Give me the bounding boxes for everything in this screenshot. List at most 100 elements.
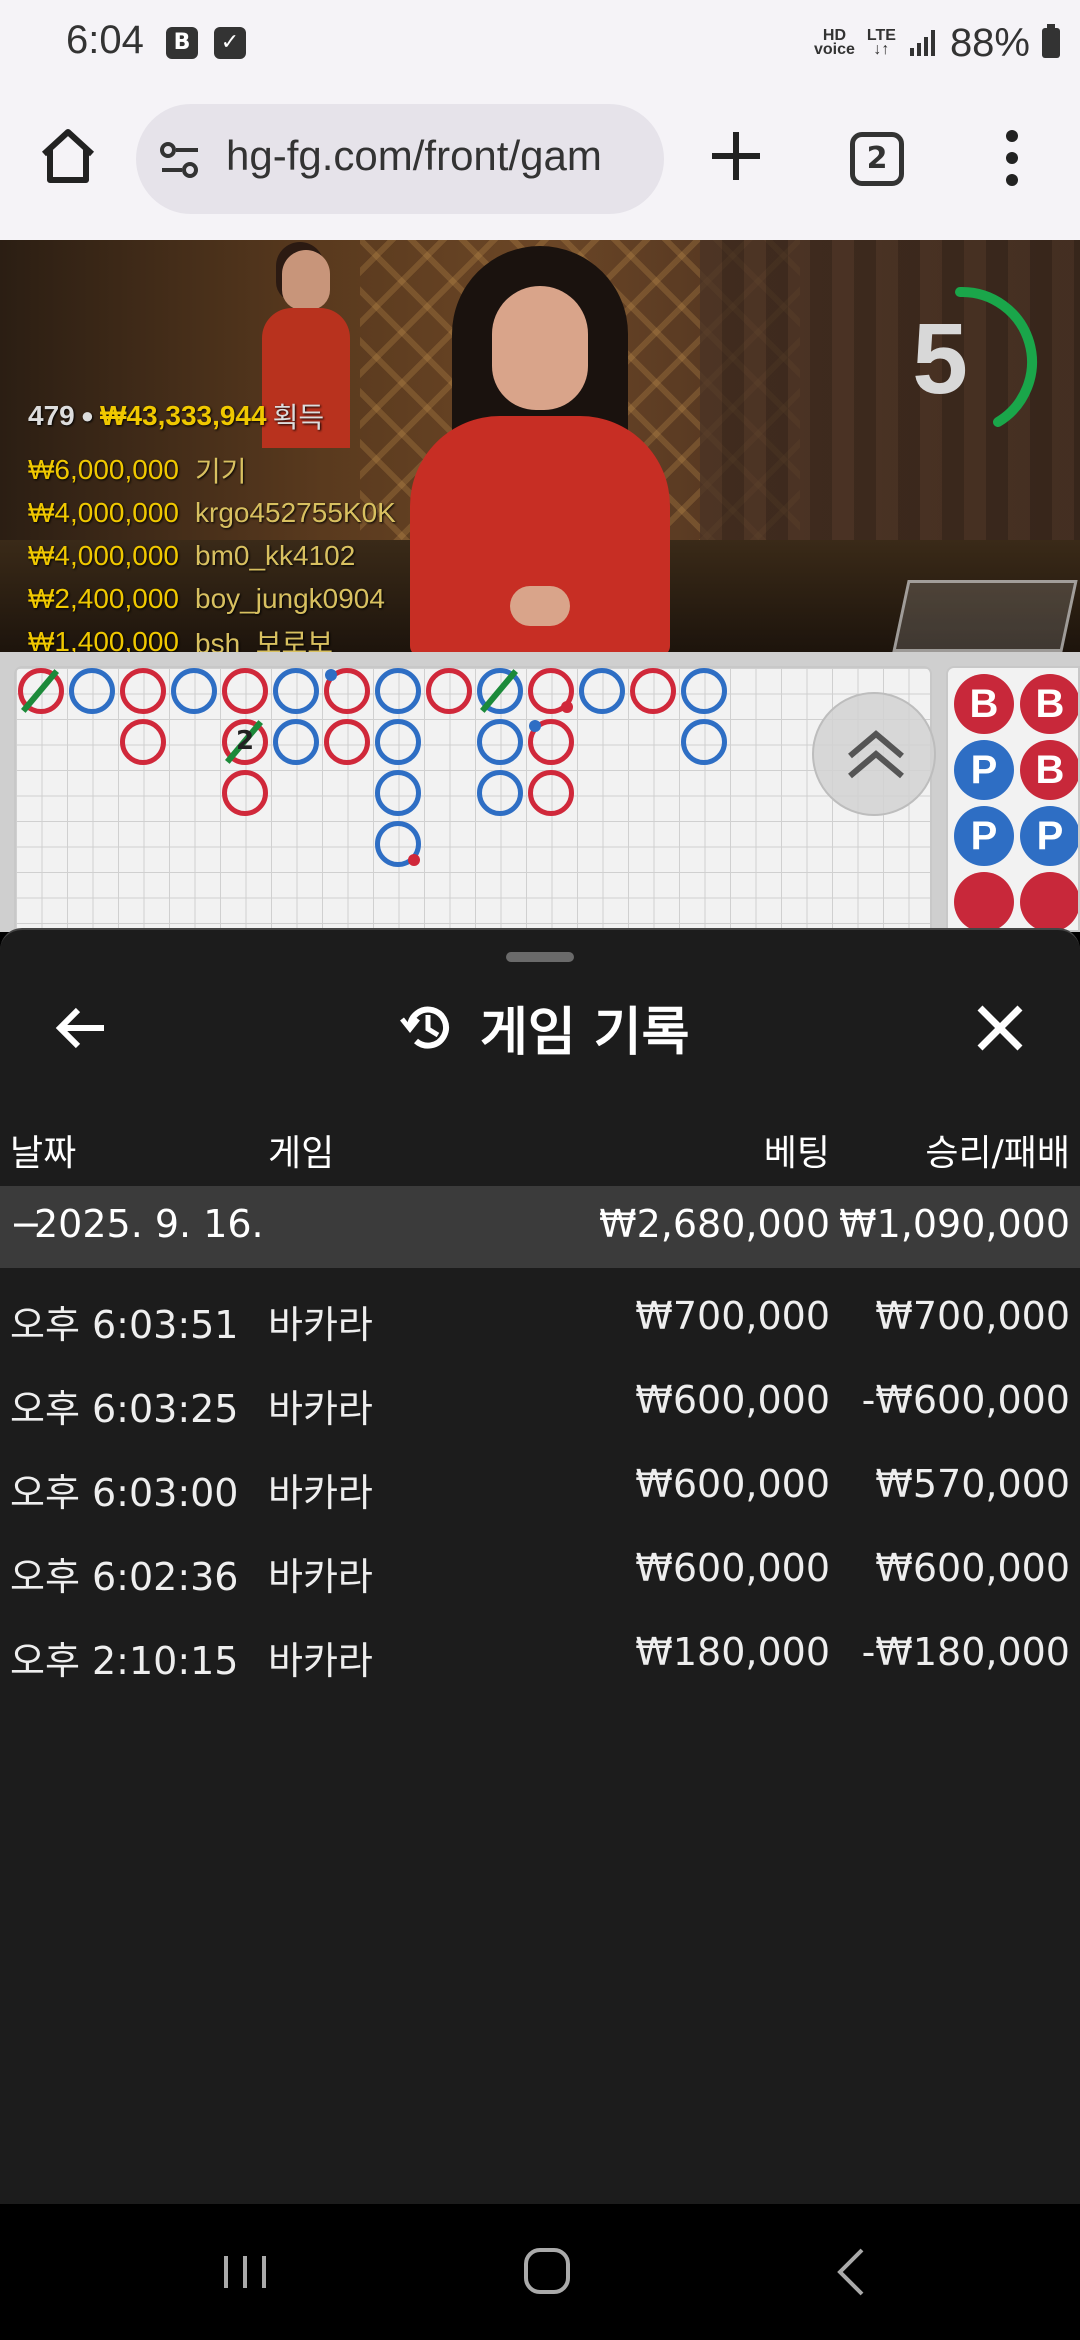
date-group-date: 2025. 9. 16.	[34, 1202, 264, 1246]
banker-ring	[528, 668, 574, 714]
bead-banker	[954, 872, 1014, 930]
bead-player: P	[1020, 806, 1078, 866]
row-time: 오후 6:03:51	[10, 1303, 239, 1347]
row-bet: ₩180,000	[635, 1630, 830, 1674]
close-icon[interactable]	[970, 998, 1030, 1058]
table-row[interactable]: 오후 6:03:25 바카라 ₩600,000 -₩600,000	[0, 1360, 1080, 1444]
banker-ring	[528, 770, 574, 816]
banker-ring	[222, 770, 268, 816]
site-settings-icon[interactable]	[158, 138, 202, 182]
date-group-result: ₩1,090,000	[839, 1202, 1070, 1246]
sheet-title: 게임 기록	[480, 1002, 690, 1063]
new-tab-icon[interactable]	[708, 128, 764, 184]
bead-player: P	[954, 740, 1014, 800]
column-game: 게임	[268, 1133, 335, 1174]
card-shoe	[892, 580, 1078, 652]
row-result: ₩600,000	[875, 1546, 1070, 1590]
history-icon	[400, 1006, 449, 1049]
bead-road-grid[interactable]: B B P B P P	[946, 666, 1080, 932]
table-row[interactable]: 오후 6:03:51 바카라 ₩700,000 ₩700,000	[0, 1276, 1080, 1360]
address-bar[interactable]: hg-fg.com/front/gam	[136, 104, 664, 214]
url-text[interactable]: hg-fg.com/front/gam	[226, 132, 602, 180]
status-time: 6:04	[66, 18, 144, 62]
big-road-grid[interactable]: 2	[14, 666, 936, 932]
row-game: 바카라	[268, 1303, 373, 1347]
row-game: 바카라	[268, 1555, 373, 1599]
user-icon: ●	[80, 403, 95, 428]
banker-ring	[426, 668, 472, 714]
column-result: 승리/패배	[925, 1133, 1070, 1174]
collapse-roadmap-button[interactable]	[812, 692, 936, 816]
total-won: ₩43,333,944	[100, 400, 267, 431]
home-icon[interactable]	[36, 124, 100, 188]
row-result: ₩570,000	[875, 1462, 1070, 1506]
tab-switcher-button[interactable]: 2	[850, 132, 904, 186]
banker-ring	[630, 668, 676, 714]
player-ring	[681, 668, 727, 714]
player-ring	[375, 719, 421, 765]
bead-banker: B	[1020, 674, 1078, 734]
home-nav-icon[interactable]	[512, 2242, 582, 2302]
player-ring	[273, 719, 319, 765]
date-group-bet: ₩2,680,000	[599, 1202, 830, 1246]
player-ring	[69, 668, 115, 714]
bead-banker: B	[1020, 740, 1078, 800]
table-header: 날짜 게임 베팅 승리/패배	[0, 1114, 1080, 1184]
winner-row: ₩4,000,000 bm0_kk4102	[28, 539, 356, 571]
player-ring	[273, 668, 319, 714]
player-ring	[477, 668, 523, 714]
table-row[interactable]: 오후 6:03:00 바카라 ₩600,000 ₩570,000	[0, 1444, 1080, 1528]
banker-ring	[324, 668, 370, 714]
winners-panel: 479 ● ₩43,333,944 획득 ₩6,000,000 기기 ₩4,000…	[28, 396, 396, 652]
player-ring	[171, 668, 217, 714]
signal-icon	[909, 30, 935, 56]
winner-row: ₩2,400,000 boy_jungk0904	[28, 582, 385, 614]
sheet-header: 게임 기록	[396, 992, 690, 1063]
roadmap-panel: 2 B B P B P P	[0, 652, 1080, 932]
recent-apps-icon[interactable]	[210, 2242, 280, 2302]
row-result: -₩180,000	[861, 1630, 1070, 1674]
table-row[interactable]: 오후 6:02:36 바카라 ₩600,000 ₩600,000	[0, 1528, 1080, 1612]
row-time: 오후 6:03:25	[10, 1387, 239, 1431]
winner-row: ₩4,000,000 krgo452755K0K	[28, 496, 396, 528]
row-bet: ₩700,000	[635, 1294, 830, 1338]
dealer	[410, 246, 670, 652]
row-result: ₩700,000	[875, 1294, 1070, 1338]
column-bet: 베팅	[763, 1133, 830, 1174]
game-history-sheet: 게임 기록 날짜 게임 베팅 승리/패배 − 2025. 9. 16. ₩2,6…	[0, 928, 1080, 2204]
player-ring	[477, 770, 523, 816]
b-app-icon: B	[166, 27, 198, 59]
system-nav-bar	[0, 2204, 1080, 2340]
battery-icon	[1042, 24, 1060, 58]
double-chevron-up-icon	[848, 730, 904, 779]
player-ring	[375, 668, 421, 714]
back-nav-icon[interactable]	[818, 2242, 888, 2302]
countdown-number: 5	[912, 303, 968, 415]
countdown-timer: 5	[880, 282, 1040, 442]
winners-summary: 479 ● ₩43,333,944 획득	[28, 396, 396, 436]
row-time: 오후 2:10:15	[10, 1639, 239, 1683]
back-arrow-icon[interactable]	[52, 998, 112, 1058]
player-ring	[375, 821, 421, 867]
lte-icon: LTE ↓↑	[866, 27, 896, 58]
status-indicators: HD voice LTE ↓↑ 88%	[814, 18, 1060, 68]
row-game: 바카라	[268, 1471, 373, 1515]
sheet-drag-handle[interactable]	[506, 952, 574, 962]
row-game: 바카라	[268, 1387, 373, 1431]
banker-ring	[528, 719, 574, 765]
more-menu-icon[interactable]	[990, 128, 1034, 188]
banker-ring	[120, 719, 166, 765]
row-bet: ₩600,000	[635, 1546, 830, 1590]
bead-player: P	[954, 806, 1014, 866]
row-bet: ₩600,000	[635, 1462, 830, 1506]
table-row[interactable]: 오후 2:10:15 바카라 ₩180,000 -₩180,000	[0, 1612, 1080, 1696]
column-date: 날짜	[10, 1133, 77, 1174]
player-ring	[477, 719, 523, 765]
row-bet: ₩600,000	[635, 1378, 830, 1422]
tie-count: 2	[235, 726, 255, 756]
date-group-row[interactable]: − 2025. 9. 16. ₩2,680,000 ₩1,090,000	[0, 1186, 1080, 1268]
checkbox-notification-icon: ✓	[214, 27, 246, 59]
banker-ring	[222, 668, 268, 714]
player-ring	[681, 719, 727, 765]
live-video[interactable]: 479 ● ₩43,333,944 획득 ₩6,000,000 기기 ₩4,000…	[0, 240, 1080, 652]
